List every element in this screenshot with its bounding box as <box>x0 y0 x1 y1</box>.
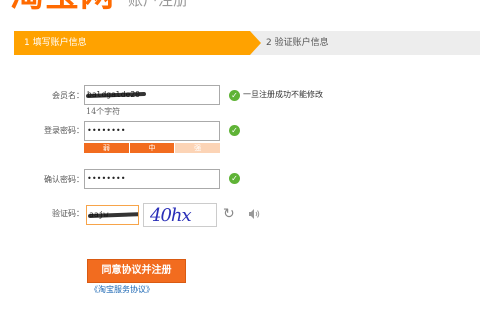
service-agreement-link[interactable]: 《淘宝服务协议》 <box>90 284 154 296</box>
captcha-image-text: 40hx <box>150 205 192 226</box>
confirm-password-input[interactable]: •••••••• <box>84 169 220 189</box>
check-icon: ✓ <box>229 173 240 184</box>
captcha-image[interactable]: 40hx <box>143 203 217 227</box>
confirm-password-label: 确认密码： <box>44 175 84 184</box>
speaker-icon[interactable] <box>247 207 261 221</box>
strength-weak: 弱 <box>84 143 129 153</box>
password-strength-meter: 弱 中 强 <box>84 143 221 153</box>
refresh-icon[interactable]: ↻ <box>223 206 235 222</box>
member-name-tip: 一旦注册成功不能修改 <box>243 90 323 99</box>
agree-and-register-button[interactable]: 同意协议并注册 <box>87 259 186 283</box>
taobao-logo: 淘宝网 <box>10 0 115 14</box>
captcha-label: 验证码： <box>52 209 84 218</box>
member-name-hint: 14个字符 <box>86 107 121 116</box>
check-icon: ✓ <box>229 125 240 136</box>
captcha-input[interactable]: aajw <box>86 205 139 225</box>
step-1-label: 1 填写账户信息 <box>24 38 87 48</box>
strength-medium: 中 <box>129 143 175 153</box>
password-label: 登录密码： <box>44 126 84 135</box>
member-name-input[interactable]: baldgalde20 <box>84 85 220 105</box>
strength-strong: 强 <box>175 143 221 153</box>
step-bar: 1 填写账户信息 2 验证账户信息 <box>14 31 480 55</box>
password-input[interactable]: •••••••• <box>84 121 220 141</box>
page-title: 账户注册 <box>128 0 189 9</box>
step-arrow-shape <box>250 31 261 55</box>
check-icon: ✓ <box>229 90 240 101</box>
step-2-label: 2 验证账户信息 <box>266 38 329 48</box>
member-name-label: 会员名： <box>52 91 84 100</box>
